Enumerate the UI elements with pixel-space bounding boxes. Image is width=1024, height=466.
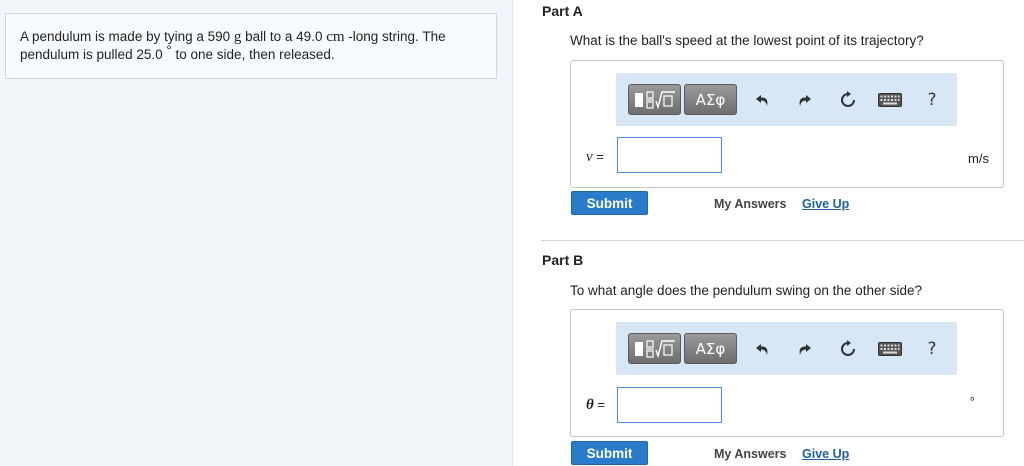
greek-symbols-button[interactable]: ΑΣφ [684, 333, 737, 364]
part-b-answer-input[interactable] [617, 387, 722, 423]
redo-icon [799, 344, 811, 355]
part-b-equals: = [593, 397, 606, 412]
part-a-question: What is the ball's speed at the lowest p… [570, 33, 924, 48]
part-a-variable: v [586, 149, 593, 165]
problem-pane: A pendulum is made by tying a 590 g ball… [0, 0, 513, 466]
part-b-question: To what angle does the pendulum swing on… [570, 283, 922, 298]
undo-icon [756, 95, 768, 106]
part-b-unit: ° [969, 394, 975, 409]
keyboard-button[interactable] [876, 89, 904, 111]
reset-icon [841, 91, 855, 107]
problem-text-3: -long string. The [344, 29, 446, 44]
part-b-variable: θ [586, 397, 594, 413]
help-button[interactable]: ? [921, 89, 943, 111]
problem-text-1: A pendulum is made by tying a 590 [20, 29, 234, 44]
part-b-answer-box: ΑΣφ ? θ = ° [570, 309, 1004, 437]
part-a-give-up-link[interactable]: Give Up [802, 197, 849, 211]
part-a-unit: m/s [968, 151, 989, 166]
fraction-root-icon [634, 339, 675, 358]
section-divider [541, 240, 1024, 241]
part-a-answer-box: ΑΣφ ? v = m/s [570, 60, 1004, 188]
keyboard-icon [878, 342, 902, 356]
fraction-root-icon [634, 90, 675, 109]
keyboard-button[interactable] [876, 338, 904, 360]
reset-icon [841, 340, 855, 356]
part-a-submit-button[interactable]: Submit [571, 191, 648, 215]
part-a-answer-input[interactable] [617, 137, 722, 173]
templates-button[interactable] [628, 84, 681, 115]
undo-icon [756, 344, 768, 355]
part-a-title: Part A [542, 3, 583, 19]
problem-text-2: ball to a 49.0 [241, 29, 327, 44]
length-unit: cm [326, 29, 345, 45]
part-a-math-toolbar: ΑΣφ ? [616, 73, 957, 126]
undo-button[interactable] [752, 89, 774, 111]
problem-statement: A pendulum is made by tying a 590 g ball… [5, 13, 497, 79]
keyboard-icon [878, 93, 902, 107]
redo-icon [799, 95, 811, 106]
part-b-title: Part B [542, 252, 584, 268]
problem-text-4: pendulum is pulled 25.0 [20, 47, 167, 62]
redo-button[interactable] [793, 89, 815, 111]
part-a-equals: = [592, 149, 604, 164]
part-b-submit-button[interactable]: Submit [571, 441, 648, 465]
redo-button[interactable] [793, 338, 815, 360]
part-b-my-answers-link[interactable]: My Answers [714, 447, 786, 461]
reset-button[interactable] [837, 89, 859, 111]
templates-button[interactable] [628, 333, 681, 364]
part-a-my-answers-link[interactable]: My Answers [714, 197, 786, 211]
part-b-give-up-link[interactable]: Give Up [802, 447, 849, 461]
help-button[interactable]: ? [921, 338, 943, 360]
reset-button[interactable] [837, 338, 859, 360]
greek-symbols-button[interactable]: ΑΣφ [684, 84, 737, 115]
problem-text-5: to one side, then released. [171, 47, 335, 62]
undo-button[interactable] [752, 338, 774, 360]
part-a-variable-label: v = [586, 149, 604, 166]
part-b-variable-label: θ = [586, 397, 605, 414]
degree-symbol: ° [166, 43, 172, 58]
part-b-math-toolbar: ΑΣφ ? [616, 322, 957, 375]
